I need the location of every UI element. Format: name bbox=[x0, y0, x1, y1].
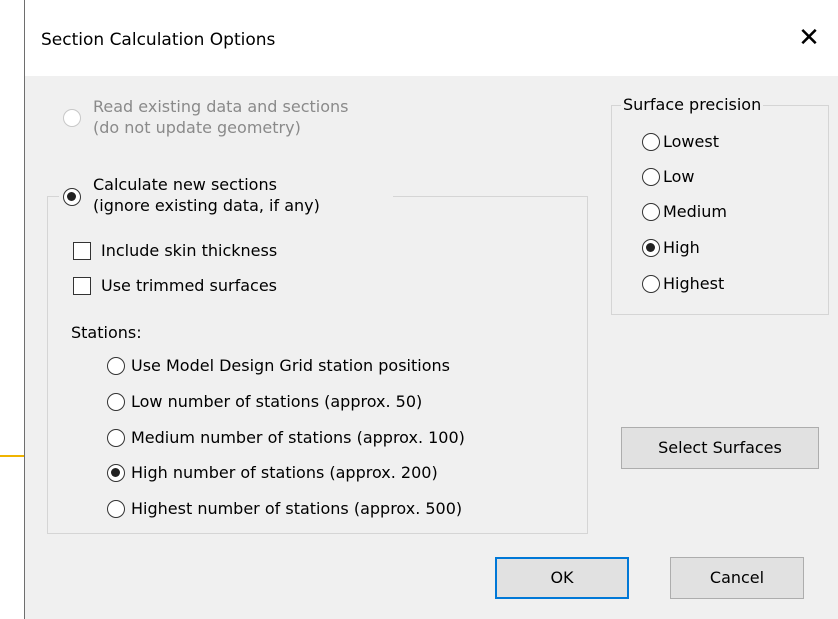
station-high-radio[interactable] bbox=[107, 464, 125, 482]
ok-button[interactable]: OK bbox=[495, 557, 629, 599]
station-low-radio[interactable] bbox=[107, 393, 125, 411]
read-existing-label-line2: (do not update geometry) bbox=[93, 118, 301, 137]
precision-lowest-radio[interactable] bbox=[642, 133, 660, 151]
title-bar: Section Calculation Options ✕ bbox=[25, 0, 838, 76]
precision-low-label: Low bbox=[663, 167, 695, 186]
use-trimmed-surfaces-label: Use trimmed surfaces bbox=[101, 276, 277, 295]
read-existing-label-line1: Read existing data and sections bbox=[93, 97, 349, 116]
station-model-grid-label: Use Model Design Grid station positions bbox=[131, 356, 450, 375]
dialog-title: Section Calculation Options bbox=[41, 30, 276, 50]
background-accent-line bbox=[0, 455, 24, 457]
station-medium-radio[interactable] bbox=[107, 429, 125, 447]
precision-highest-radio[interactable] bbox=[642, 275, 660, 293]
use-trimmed-surfaces-checkbox[interactable] bbox=[73, 277, 91, 295]
include-skin-thickness-label: Include skin thickness bbox=[101, 241, 278, 260]
station-medium-label: Medium number of stations (approx. 100) bbox=[131, 428, 465, 447]
calculate-new-radio[interactable] bbox=[63, 188, 81, 206]
station-low-label: Low number of stations (approx. 50) bbox=[131, 392, 423, 411]
precision-low-radio[interactable] bbox=[642, 168, 660, 186]
section-calculation-dialog: Section Calculation Options ✕ Read exist… bbox=[24, 0, 838, 619]
station-model-grid-radio[interactable] bbox=[107, 357, 125, 375]
calculate-new-label-line2: (ignore existing data, if any) bbox=[93, 196, 320, 215]
precision-lowest-label: Lowest bbox=[663, 132, 719, 151]
select-surfaces-button[interactable]: Select Surfaces bbox=[621, 427, 819, 469]
station-high-label: High number of stations (approx. 200) bbox=[131, 463, 438, 482]
precision-high-label: High bbox=[663, 238, 700, 257]
calculate-new-label-line1: Calculate new sections bbox=[93, 175, 277, 194]
precision-highest-label: Highest bbox=[663, 274, 725, 293]
station-highest-radio[interactable] bbox=[107, 500, 125, 518]
close-icon[interactable]: ✕ bbox=[791, 20, 827, 56]
cancel-button[interactable]: Cancel bbox=[670, 557, 804, 599]
read-existing-radio[interactable] bbox=[63, 109, 81, 127]
precision-medium-label: Medium bbox=[663, 202, 727, 221]
station-highest-label: Highest number of stations (approx. 500) bbox=[131, 499, 463, 518]
stations-label: Stations: bbox=[71, 323, 142, 342]
precision-high-radio[interactable] bbox=[642, 239, 660, 257]
include-skin-thickness-checkbox[interactable] bbox=[73, 242, 91, 260]
surface-precision-legend: Surface precision bbox=[621, 95, 764, 115]
precision-medium-radio[interactable] bbox=[642, 203, 660, 221]
